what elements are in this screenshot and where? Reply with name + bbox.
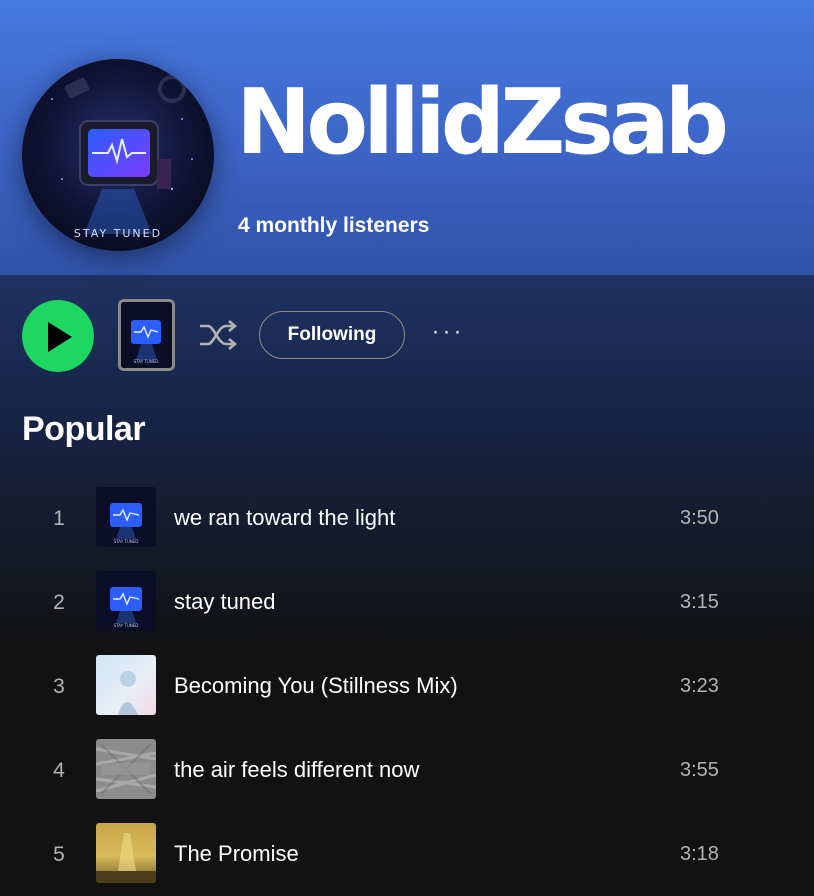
track-duration: 3:50 — [680, 507, 719, 529]
track-thumbnail: STAY TUNED — [96, 487, 156, 547]
svg-text:STAY TUNED: STAY TUNED — [74, 227, 162, 240]
track-thumbnail — [96, 823, 156, 883]
track-duration: 3:55 — [680, 759, 719, 781]
popular-heading: Popular — [22, 410, 146, 448]
more-options-button[interactable]: ··· — [428, 318, 468, 352]
track-number: 2 — [53, 591, 65, 614]
play-button[interactable] — [22, 300, 94, 372]
artist-name: NollidZsab — [236, 70, 729, 175]
track-row[interactable]: 3 Becoming You (Stillness Mix) 3:23 — [0, 655, 814, 739]
track-duration: 3:15 — [680, 591, 719, 613]
track-row[interactable]: 2 STAY TUNED stay tuned 3:15 — [0, 571, 814, 655]
track-number: 4 — [53, 759, 65, 782]
track-thumbnail — [96, 739, 156, 799]
monthly-listeners: 4 monthly listeners — [238, 214, 430, 237]
shuffle-button[interactable] — [198, 318, 238, 352]
play-icon — [48, 322, 72, 352]
svg-text:STAY TUNED: STAY TUNED — [114, 623, 139, 628]
track-row[interactable]: 5 The Promise 3:18 — [0, 823, 814, 896]
track-title: stay tuned — [174, 589, 276, 614]
svg-text:STAY TUNED: STAY TUNED — [134, 359, 159, 364]
track-title: we ran toward the light — [174, 505, 396, 530]
track-row[interactable]: 1 STAY TUNED we ran toward the light 3:5… — [0, 487, 814, 571]
track-title: the air feels different now — [174, 757, 420, 782]
svg-text:STAY TUNED: STAY TUNED — [114, 539, 139, 544]
artist-avatar: STAY TUNED — [22, 59, 214, 251]
track-row[interactable]: 4 the air feels different now 3:55 — [0, 739, 814, 823]
track-title: The Promise — [174, 841, 299, 866]
track-thumbnail — [96, 655, 156, 715]
track-thumbnail: STAY TUNED — [96, 571, 156, 631]
preview-cover-button[interactable]: STAY TUNED — [118, 299, 175, 371]
track-duration: 3:23 — [680, 675, 719, 697]
track-duration: 3:18 — [680, 843, 719, 865]
following-button[interactable]: Following — [259, 311, 405, 359]
track-title: Becoming You (Stillness Mix) — [174, 673, 458, 698]
shuffle-icon — [200, 320, 238, 350]
track-number: 1 — [53, 507, 65, 530]
track-number: 3 — [53, 675, 65, 698]
action-bar: STAY TUNED Following ··· — [0, 298, 814, 372]
track-number: 5 — [53, 843, 65, 866]
